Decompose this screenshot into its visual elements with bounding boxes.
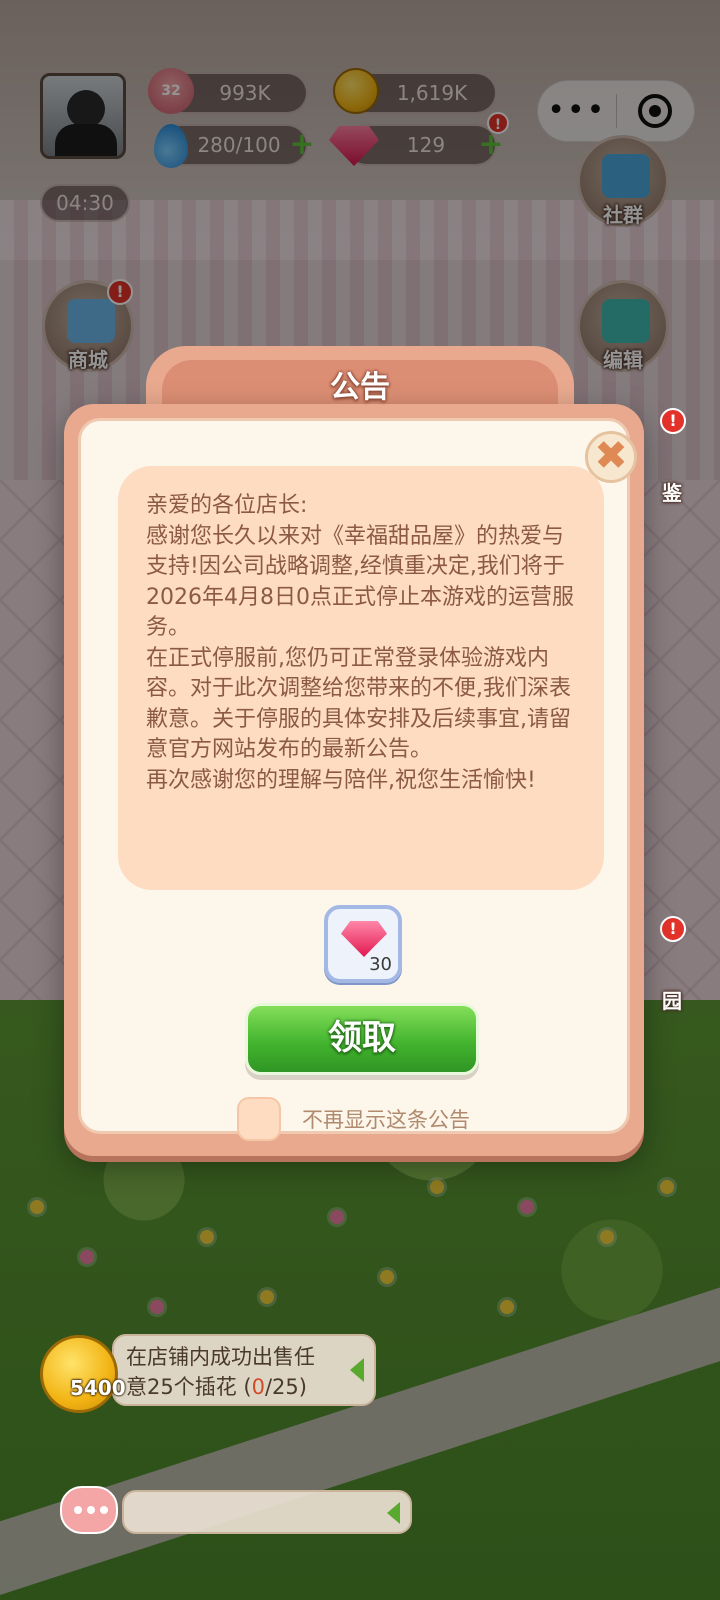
close-icon: ✖: [594, 433, 628, 479]
notification-dot-icon: !: [660, 408, 686, 434]
notification-dot-icon: !: [660, 916, 686, 942]
reward-quantity: 30: [369, 954, 392, 975]
expand-arrow-icon[interactable]: [387, 1502, 400, 1524]
task-reward-value: 5400: [70, 1376, 126, 1400]
notice-text: 亲爱的各位店长: 感谢您长久以来对《幸福甜品屋》的热爱与支持!因公司战略调整,经…: [146, 491, 582, 796]
gem-icon: [341, 921, 387, 957]
claim-button[interactable]: 领取: [245, 1003, 479, 1075]
reward-item[interactable]: 30: [324, 905, 402, 983]
notice-paragraph: 在正式停服前,您仍可正常登录体验游戏内容。对于此次调整给您带来的不便,我们深表歉…: [146, 645, 571, 763]
chat-bar[interactable]: [122, 1490, 412, 1534]
task-description-line2: 意25个插花 (0/25): [126, 1375, 307, 1399]
task-reward-coin-icon: [40, 1335, 118, 1413]
modal-title: 公告: [330, 370, 390, 405]
notice-greeting: 亲爱的各位店长:: [146, 493, 308, 518]
chat-button[interactable]: [60, 1486, 118, 1534]
notice-paragraph: 再次感谢您的理解与陪伴,祝您生活愉快!: [146, 767, 536, 793]
task-description-line1: 在店铺内成功出售任: [126, 1345, 315, 1369]
notice-paragraph: 感谢您长久以来对《幸福甜品屋》的热爱与支持!因公司战略调整,经慎重决定,我们将于…: [146, 523, 574, 641]
task-panel[interactable]: 在店铺内成功出售任 意25个插花 (0/25): [112, 1334, 376, 1406]
task-progress: 0: [251, 1375, 265, 1399]
dont-show-again-label[interactable]: 不再显示这条公告: [302, 1104, 470, 1134]
collapse-arrow-icon[interactable]: [350, 1358, 364, 1382]
dont-show-again-checkbox[interactable]: [237, 1097, 281, 1141]
